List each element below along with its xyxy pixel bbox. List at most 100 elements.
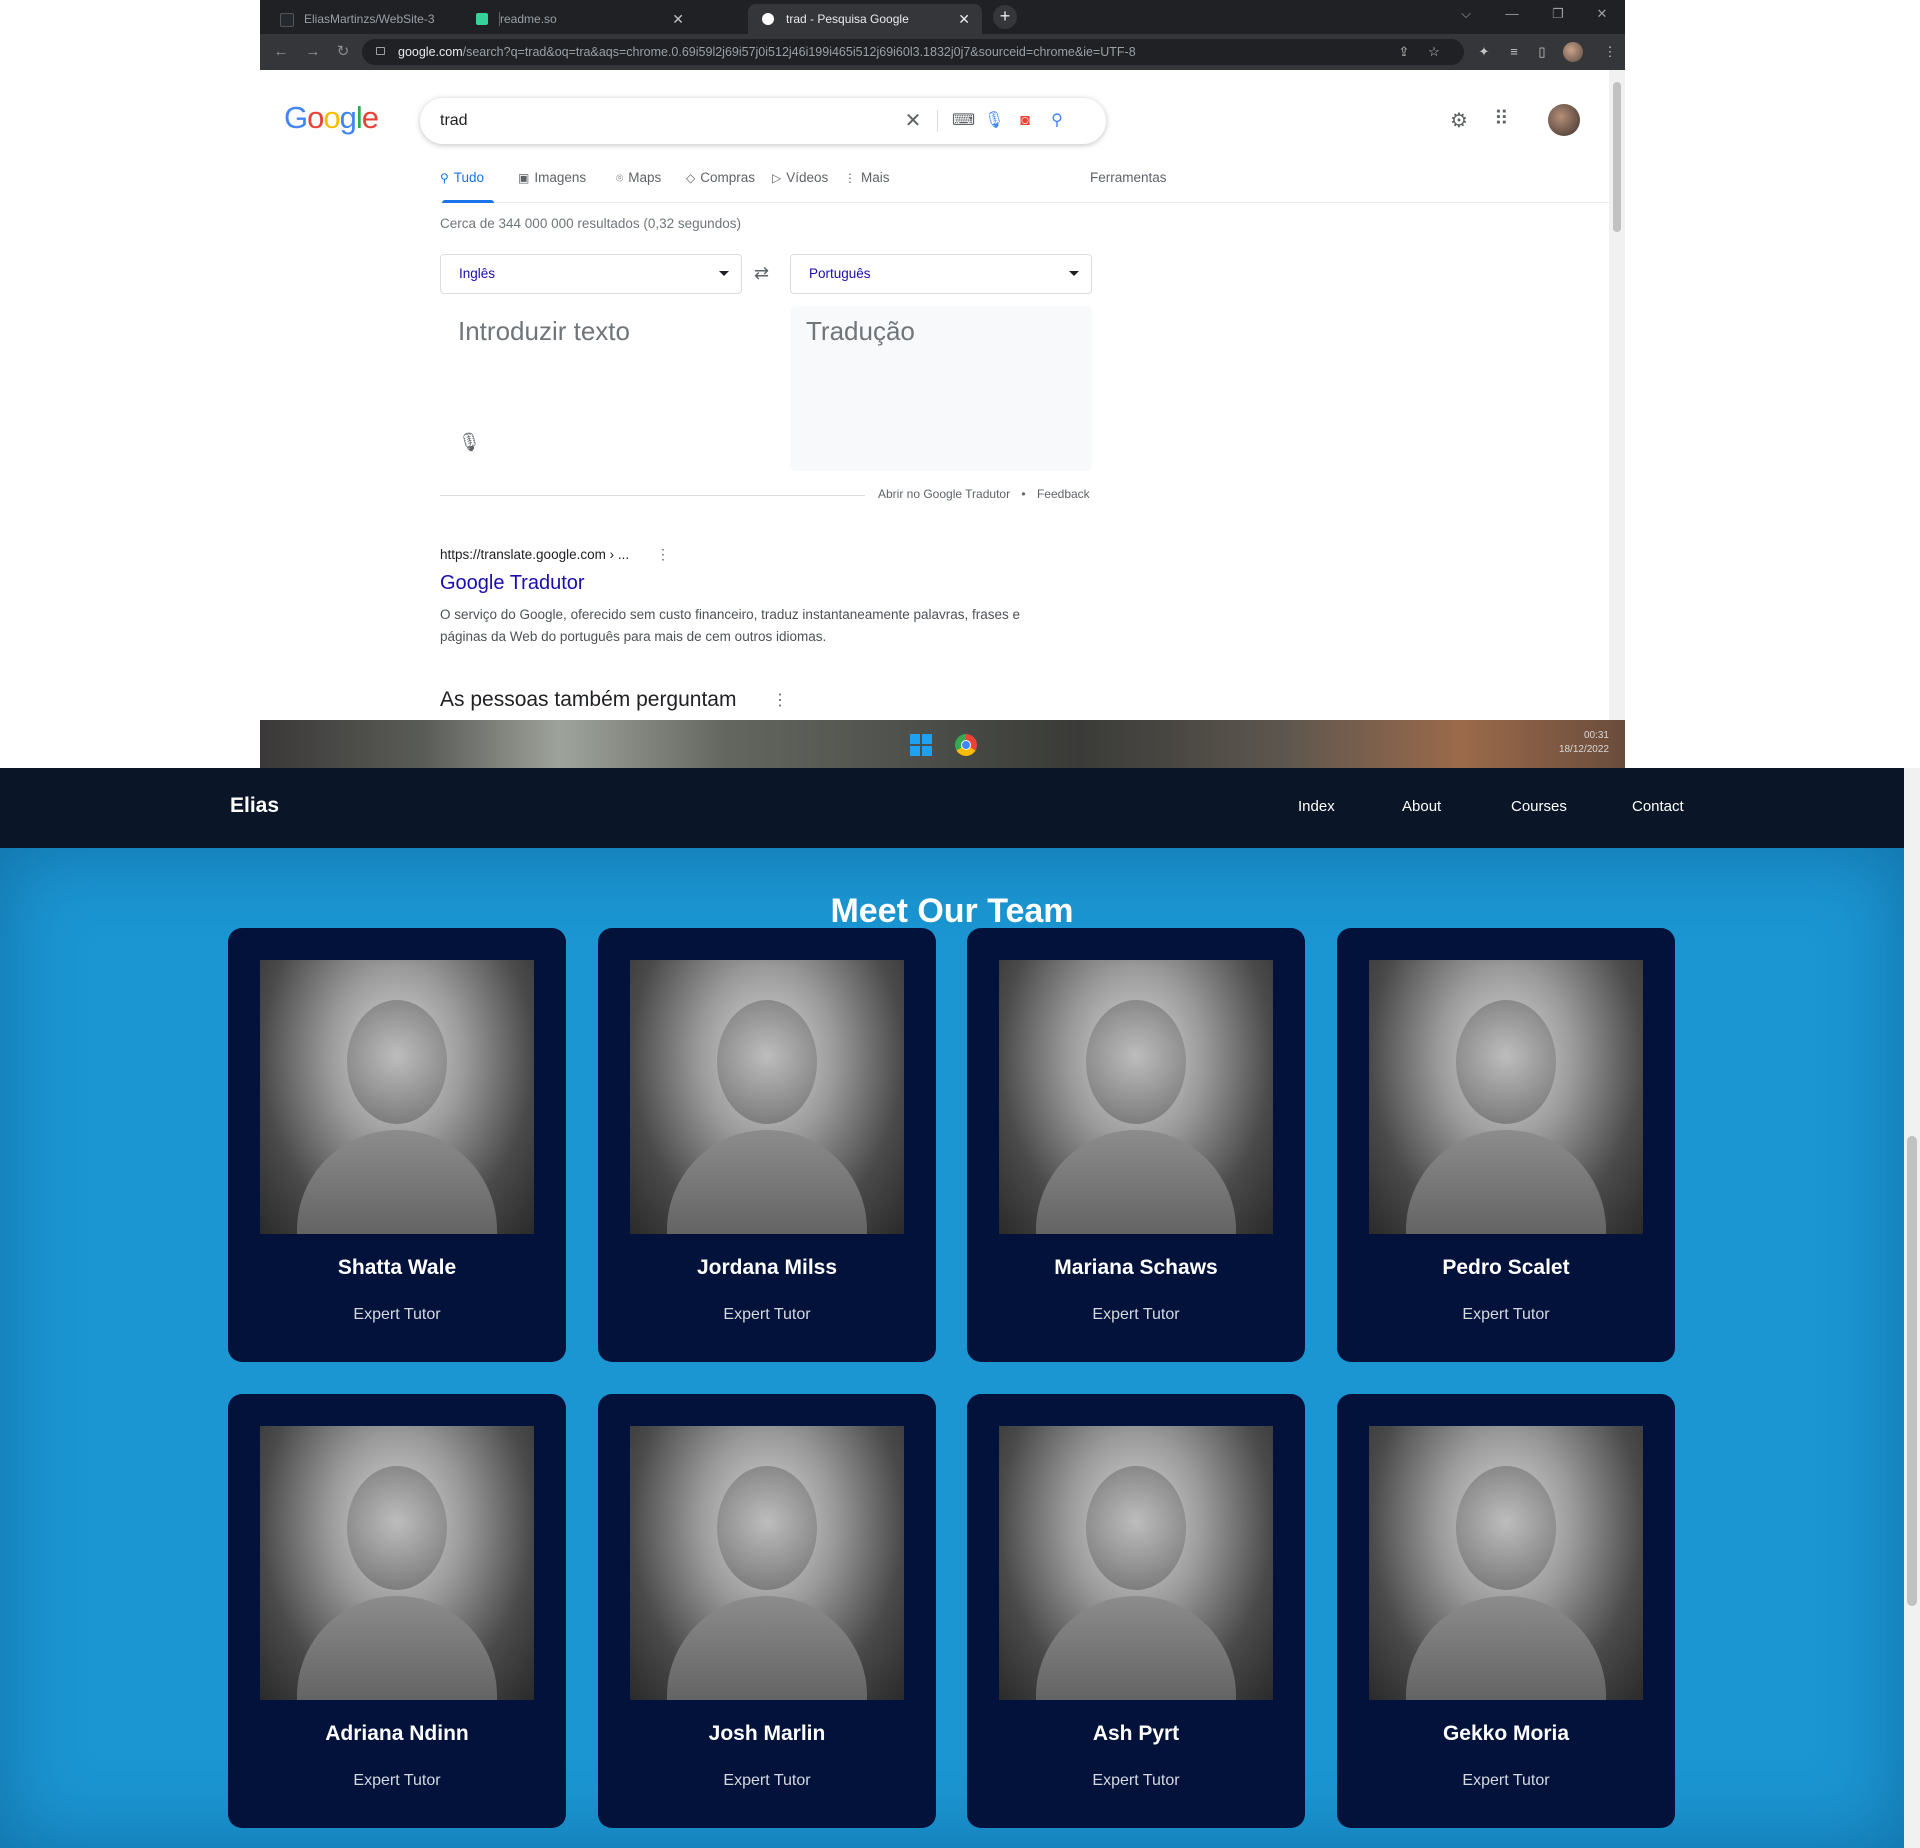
target-language-select[interactable]: Português <box>790 254 1092 294</box>
url-domain: google.com <box>398 45 463 59</box>
side-panel-icon[interactable]: ▯ <box>1534 44 1550 60</box>
address-bar[interactable]: google.com/search?q=trad&oq=tra&aqs=chro… <box>362 39 1464 65</box>
close-window-button[interactable]: ✕ <box>1579 0 1625 30</box>
clear-search-icon[interactable]: ✕ <box>904 111 922 131</box>
team-card: Jordana Milss Expert Tutor <box>598 928 936 1362</box>
tag-icon: ◇ <box>686 171 696 185</box>
video-icon: ▷ <box>772 171 782 185</box>
extensions-icon[interactable]: ✦ <box>1476 44 1492 60</box>
google-favicon-icon <box>762 13 774 25</box>
forward-arrow-icon[interactable]: → <box>304 43 322 61</box>
google-logo[interactable]: Google <box>284 100 379 136</box>
image-icon: ▣ <box>518 171 530 185</box>
member-photo <box>1369 1426 1643 1700</box>
browser-window: EliasMartinzs/WebSite-3 ✕ readme.so ✕ tr… <box>260 0 1625 768</box>
tab-tudo[interactable]: ⚲ Tudo <box>440 170 484 185</box>
tab-search-icon[interactable]: ⌵ <box>1443 0 1489 30</box>
nav-index[interactable]: Index <box>1298 798 1335 815</box>
microphone-icon[interactable]: 🎙 <box>984 112 1004 130</box>
target-placeholder: Tradução <box>806 316 915 346</box>
source-text-area[interactable]: Introduzir texto 🎙 <box>440 306 742 471</box>
member-photo <box>999 960 1273 1234</box>
tab-title: readme.so <box>500 12 557 26</box>
paa-menu-icon[interactable]: ⋮ <box>772 690 788 710</box>
member-photo <box>630 1426 904 1700</box>
microphone-icon[interactable]: 🎙 <box>458 432 481 453</box>
member-role: Expert Tutor <box>723 1772 811 1789</box>
member-role: Expert Tutor <box>353 1772 441 1789</box>
member-photo <box>260 960 534 1234</box>
divider <box>937 110 938 132</box>
dropdown-caret-icon <box>1069 271 1079 276</box>
minimize-button[interactable]: — <box>1489 0 1535 30</box>
source-placeholder: Introduzir texto <box>458 316 630 346</box>
new-tab-button[interactable]: + <box>993 5 1017 29</box>
team-website: Elias Index About Courses Contact Meet O… <box>0 768 1920 1848</box>
system-clock[interactable]: 00:31 18/12/2022 <box>1559 729 1609 757</box>
open-translator-link[interactable]: Abrir no Google Tradutor <box>878 487 1010 501</box>
windows-start-icon[interactable] <box>910 734 932 756</box>
keyboard-icon[interactable]: ⌨ <box>952 112 975 130</box>
tab-maps[interactable]: ⌾ Maps <box>616 170 661 186</box>
share-icon[interactable]: ⇪ <box>1396 44 1412 60</box>
clock-time: 00:31 <box>1583 730 1609 741</box>
search-icon: ⚲ <box>440 171 449 185</box>
close-tab-icon[interactable]: ✕ <box>672 4 684 34</box>
tab-readme[interactable]: readme.so ✕ <box>462 4 696 34</box>
restore-button[interactable]: ❐ <box>1535 0 1581 30</box>
apps-grid-icon[interactable]: ⠿ <box>1494 106 1509 131</box>
lens-camera-icon[interactable]: ◙ <box>1016 112 1034 130</box>
page-scrollbar[interactable] <box>1609 70 1625 720</box>
scrollbar-thumb[interactable] <box>1907 1136 1917 1606</box>
result-url[interactable]: https://translate.google.com › ... <box>440 547 629 562</box>
search-box[interactable]: trad ✕ ⌨ 🎙 ◙ ⚲ <box>420 98 1106 144</box>
tab-mais[interactable]: ⋮ Mais <box>844 170 890 185</box>
nav-courses[interactable]: Courses <box>1511 798 1567 815</box>
tab-strip: EliasMartinzs/WebSite-3 ✕ readme.so ✕ tr… <box>260 0 1625 34</box>
profile-avatar[interactable] <box>1563 42 1583 62</box>
back-arrow-icon[interactable]: ← <box>272 43 290 61</box>
source-language-select[interactable]: Inglês <box>440 254 742 294</box>
lock-icon <box>376 47 385 55</box>
account-avatar[interactable] <box>1548 104 1580 136</box>
feedback-link[interactable]: Feedback <box>1037 487 1090 501</box>
search-icon[interactable]: ⚲ <box>1048 112 1066 130</box>
tab-imagens[interactable]: ▣ Imagens <box>518 170 586 185</box>
tab-google-search[interactable]: trad - Pesquisa Google ✕ <box>748 4 982 34</box>
member-name: Jordana Milss <box>696 1256 838 1279</box>
google-results-page: Google trad ✕ ⌨ 🎙 ◙ ⚲ ⚙ ⠿ ⚲ Tudo ▣ Imagens… <box>260 70 1609 720</box>
site-scrollbar[interactable] <box>1904 768 1920 1848</box>
map-pin-icon: ⌾ <box>616 171 624 185</box>
site-brand[interactable]: Elias <box>230 794 279 818</box>
member-photo <box>630 960 904 1234</box>
tab-compras[interactable]: ◇ Compras <box>686 170 755 185</box>
result-menu-icon[interactable]: ⋮ <box>656 546 670 563</box>
tab-title: trad - Pesquisa Google <box>786 12 909 26</box>
chrome-menu-icon[interactable]: ⋮ <box>1602 44 1618 60</box>
translation-output: Tradução <box>790 306 1092 471</box>
windows-taskbar: 00:31 18/12/2022 <box>260 720 1625 768</box>
member-name: Pedro Scalet <box>1442 1256 1570 1279</box>
swap-languages-icon[interactable]: ⇄ <box>754 263 769 284</box>
settings-gear-icon[interactable]: ⚙ <box>1450 108 1468 133</box>
bookmark-star-icon[interactable]: ☆ <box>1426 44 1442 60</box>
team-card: Gekko Moria Expert Tutor <box>1337 1394 1675 1828</box>
member-name: Josh Marlin <box>708 1722 826 1745</box>
section-title: Meet Our Team <box>830 892 1074 930</box>
reading-list-icon[interactable]: ≡ <box>1506 44 1522 60</box>
readme-favicon-icon <box>476 13 488 25</box>
close-tab-icon[interactable]: ✕ <box>958 4 970 34</box>
tools-button[interactable]: Ferramentas <box>1090 170 1167 185</box>
search-input[interactable]: trad <box>440 98 468 144</box>
nav-contact[interactable]: Contact <box>1632 798 1684 815</box>
tab-videos[interactable]: ▷ Vídeos <box>772 170 828 185</box>
scrollbar-thumb[interactable] <box>1613 82 1621 232</box>
member-photo <box>1369 960 1643 1234</box>
result-title-link[interactable]: Google Tradutor <box>440 572 585 595</box>
nav-about[interactable]: About <box>1402 798 1441 815</box>
more-vert-icon: ⋮ <box>844 171 856 185</box>
reload-icon[interactable]: ↻ <box>334 43 352 61</box>
divider <box>440 495 865 496</box>
chrome-app-icon[interactable] <box>955 734 977 756</box>
member-name: Shatta Wale <box>337 1256 457 1279</box>
